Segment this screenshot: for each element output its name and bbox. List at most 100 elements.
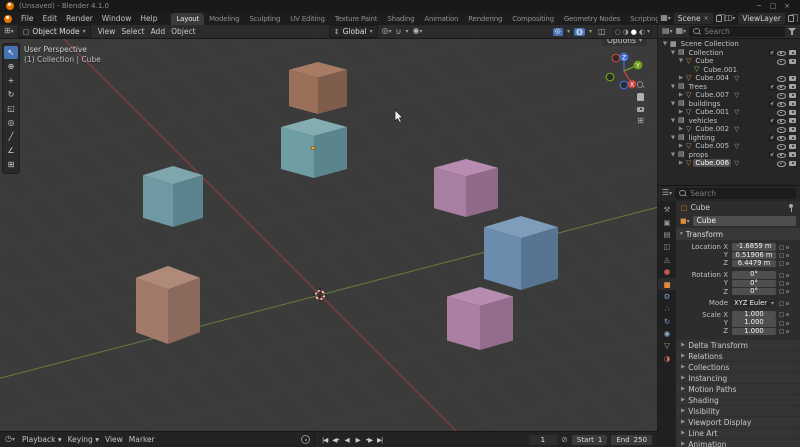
viewport-menu-object[interactable]: Object [168, 26, 198, 37]
snap-settings-icon[interactable]: ▾ [405, 27, 408, 36]
pin-icon[interactable] [787, 204, 795, 212]
show-gizmo-icon[interactable]: ⟐ [553, 28, 563, 36]
expand-icon[interactable]: ▶ [678, 126, 684, 132]
expand-icon[interactable]: ▼ [678, 58, 684, 64]
show-overlays-icon[interactable]: ◍ [574, 28, 585, 36]
value-field[interactable]: 6.4479 m [732, 260, 776, 267]
value-field[interactable]: -1.6859 m [732, 243, 776, 250]
animate-decorator-icon[interactable] [786, 313, 789, 316]
panel-delta-transform[interactable]: ▶Delta Transform [676, 340, 800, 350]
workspace-tab-uv-editing[interactable]: UV Editing [285, 13, 330, 25]
prev-keyframe-button[interactable]: ◀• [330, 435, 341, 445]
viewport-3d[interactable]: User Perspective (1) Collection | Cube O… [0, 39, 657, 431]
eye-icon[interactable] [777, 91, 786, 99]
properties-tab-output-icon[interactable]: ▤ [658, 229, 676, 240]
checkbox-icon[interactable] [769, 135, 776, 142]
timeline-menu-marker[interactable]: Marker [126, 434, 158, 445]
workspace-tab-shading[interactable]: Shading [382, 13, 419, 25]
browse-viewlayer-icon[interactable]: ◫▾ [725, 14, 736, 23]
workspace-tab-scripting[interactable]: Scripting [625, 13, 658, 25]
animate-decorator-icon[interactable] [786, 282, 789, 285]
lock-icon[interactable] [779, 329, 784, 334]
minimize-button[interactable]: ─ [752, 2, 766, 10]
checkbox-icon[interactable] [769, 118, 776, 125]
expand-icon[interactable]: ▼ [670, 118, 676, 124]
panel-motion-paths[interactable]: ▶Motion Paths [676, 384, 800, 394]
animate-decorator-icon[interactable] [786, 290, 789, 293]
camera-icon[interactable] [788, 151, 797, 159]
object-name-field[interactable]: Cube [693, 216, 796, 226]
move-view-icon[interactable] [637, 93, 644, 101]
workspace-tab-texture-paint[interactable]: Texture Paint [330, 13, 383, 25]
shading-material-icon[interactable]: ● [631, 28, 637, 36]
lock-icon[interactable] [779, 261, 784, 266]
eye-icon[interactable] [777, 142, 786, 150]
editor-type-icon[interactable]: ⊞▾ [4, 27, 14, 36]
menu-file[interactable]: File [17, 13, 38, 24]
menu-window[interactable]: Window [98, 13, 136, 24]
properties-search-input[interactable]: Search [675, 188, 796, 199]
start-frame-field[interactable]: Start 1 [572, 435, 608, 445]
properties-tab-render-icon[interactable]: ▣ [658, 216, 676, 227]
eye-icon[interactable] [777, 151, 786, 159]
expand-icon[interactable]: ▼ [670, 84, 676, 90]
properties-tab-physics-icon[interactable]: ↻ [658, 316, 676, 327]
panel-instancing[interactable]: ▶Instancing [676, 373, 800, 383]
panel-animation[interactable]: ▶Animation [676, 439, 800, 447]
panel-relations[interactable]: ▶Relations [676, 351, 800, 361]
animate-decorator-icon[interactable] [786, 246, 789, 249]
lock-icon[interactable] [779, 253, 784, 258]
expand-icon[interactable]: ▼ [670, 101, 676, 107]
viewport-menu-view[interactable]: View [95, 26, 119, 37]
camera-icon[interactable] [788, 159, 797, 167]
camera-icon[interactable] [788, 74, 797, 82]
eye-icon[interactable] [777, 49, 786, 57]
workspace-tab-sculpting[interactable]: Sculpting [244, 13, 285, 25]
breadcrumb-object[interactable]: Cube [691, 203, 710, 212]
jump-start-button[interactable]: |◀ [319, 435, 330, 445]
browse-scene-icon[interactable]: ▦▾ [660, 14, 671, 23]
lock-icon[interactable] [779, 273, 784, 278]
camera-icon[interactable] [788, 117, 797, 125]
eye-icon[interactable] [777, 159, 786, 167]
object-data-icon[interactable]: ■▾ [680, 217, 690, 226]
outliner-row-cube-001[interactable]: ▽Cube.001 [658, 66, 800, 75]
properties-tab-data-icon[interactable]: ▽ [658, 340, 676, 351]
auto-keying-icon[interactable] [301, 435, 310, 444]
tool-scale-icon[interactable]: ◱ [4, 102, 18, 115]
outliner-row-cube-005[interactable]: ▶▽Cube.005▽ [658, 142, 800, 151]
tool-cursor-icon[interactable]: ⊕ [4, 60, 18, 73]
checkbox-icon[interactable] [769, 50, 776, 57]
next-keyframe-button[interactable]: •▶ [363, 435, 374, 445]
animate-decorator-icon[interactable] [786, 254, 789, 257]
timeline-menu-playback[interactable]: Playback ▾ [19, 434, 65, 445]
toggle-xray-icon[interactable]: ◫ [596, 28, 608, 36]
camera-icon[interactable] [788, 100, 797, 108]
menu-edit[interactable]: Edit [39, 13, 62, 24]
toggle-perspective-icon[interactable]: ⊞ [637, 117, 644, 125]
camera-icon[interactable] [788, 83, 797, 91]
checkbox-icon[interactable] [769, 101, 776, 108]
expand-icon[interactable]: ▼ [670, 135, 676, 141]
workspace-tab-animation[interactable]: Animation [419, 13, 463, 25]
properties-editor-type-icon[interactable]: ☰▾ [662, 189, 672, 198]
jump-end-button[interactable]: ▶| [374, 435, 385, 445]
lock-icon[interactable] [779, 245, 784, 250]
workspace-tab-geometry-nodes[interactable]: Geometry Nodes [559, 13, 625, 25]
snap-magnet-icon[interactable]: ∪ [396, 28, 402, 36]
animate-decorator-icon[interactable] [786, 302, 789, 305]
shading-wireframe-icon[interactable]: ○ [615, 28, 621, 36]
properties-tab-world-icon[interactable]: ● [658, 266, 676, 277]
panel-line-art[interactable]: ▶Line Art [676, 428, 800, 438]
outliner-row-props[interactable]: ▼▤props [658, 151, 800, 160]
outliner-row-cube-001[interactable]: ▶▽Cube.001▽ [658, 108, 800, 117]
new-scene-icon[interactable] [716, 15, 722, 22]
new-viewlayer-icon[interactable] [788, 15, 794, 22]
camera-view-icon[interactable] [636, 105, 645, 113]
expand-icon[interactable]: ▼ [670, 152, 676, 158]
outliner-row-lighting[interactable]: ▼▤lighting [658, 134, 800, 143]
tool-move-icon[interactable]: + [4, 74, 18, 87]
outliner-row-cube-004[interactable]: ▶▽Cube.004▽ [658, 74, 800, 83]
value-field[interactable]: 0° [732, 271, 776, 278]
checkbox-icon[interactable] [769, 84, 776, 91]
